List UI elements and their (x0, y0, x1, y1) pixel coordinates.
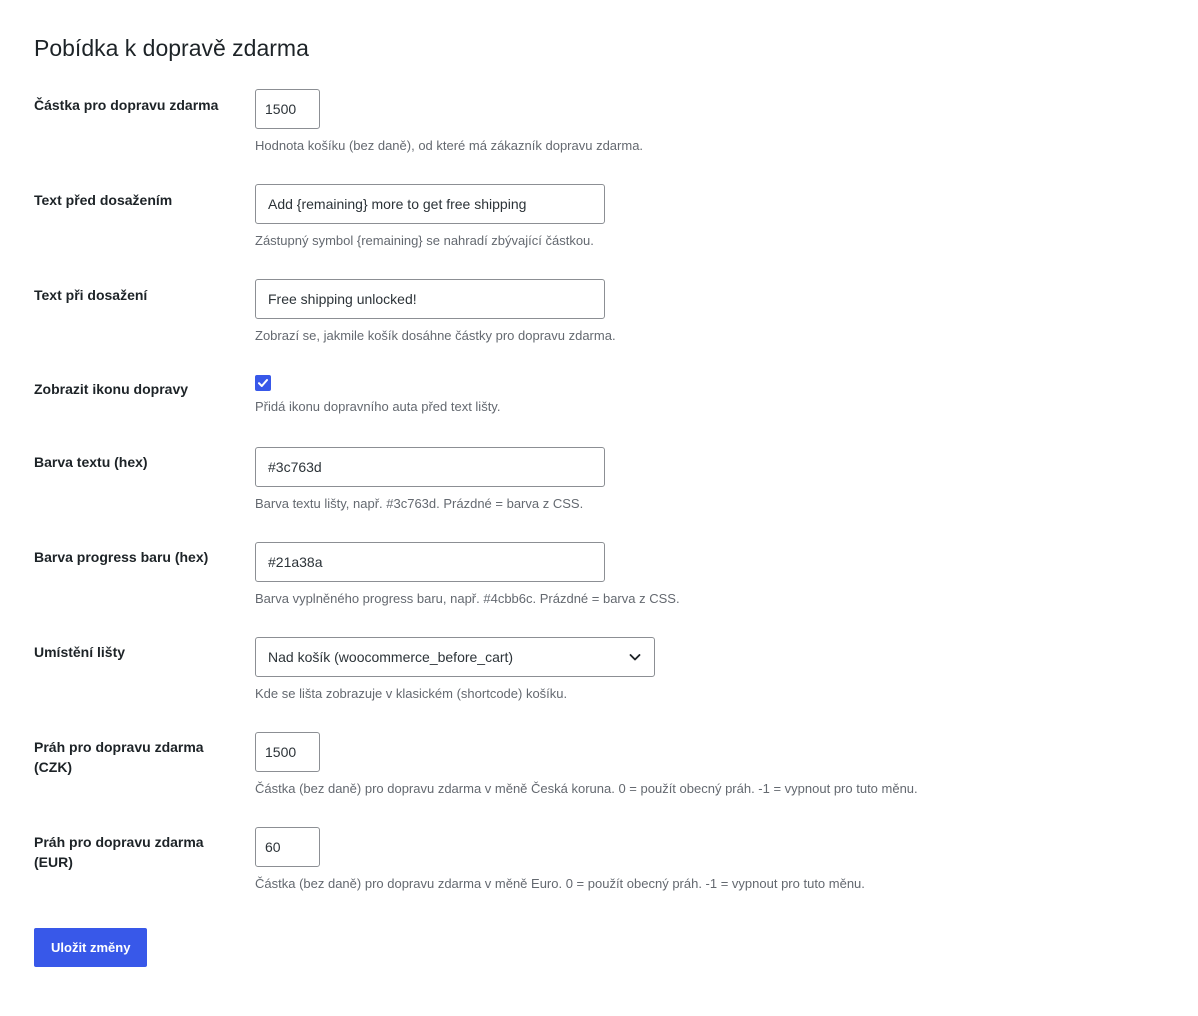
show-icon-field: Přidá ikonu dopravního auta před text li… (255, 375, 500, 416)
threshold-description: Hodnota košíku (bez daně), od které má z… (255, 138, 644, 153)
show-icon-checkbox[interactable] (255, 375, 271, 391)
text-color-label: Barva textu (hex) (34, 454, 148, 470)
placement-label: Umístění lišty (34, 644, 126, 660)
show-icon-label: Zobrazit ikonu dopravy (34, 381, 189, 397)
threshold-eur-input[interactable] (255, 827, 320, 867)
threshold-eur-description: Částka (bez daně) pro dopravu zdarma v m… (255, 876, 865, 891)
text-before-input[interactable] (255, 184, 605, 224)
placement-description: Kde se lišta zobrazuje v klasickém (shor… (255, 686, 568, 701)
checkmark-icon (258, 379, 268, 387)
text-before-field: Zástupný symbol {remaining} se nahradí z… (255, 184, 605, 250)
text-color-input[interactable] (255, 447, 605, 487)
threshold-czk-field: Částka (bez daně) pro dopravu zdarma v m… (255, 732, 918, 798)
save-button[interactable]: Uložit změny (34, 928, 148, 967)
threshold-eur-label: Práh pro dopravu zdarma (EUR) (34, 834, 204, 870)
text-after-input[interactable] (255, 279, 605, 319)
bar-color-description: Barva vyplněného progress baru, např. #4… (255, 591, 680, 606)
threshold-eur-field: Částka (bez daně) pro dopravu zdarma v m… (255, 827, 865, 893)
threshold-czk-label: Práh pro dopravu zdarma (CZK) (34, 739, 204, 775)
threshold-czk-description: Částka (bez daně) pro dopravu zdarma v m… (255, 781, 918, 796)
threshold-czk-input[interactable] (255, 732, 320, 772)
page-title: Pobídka k dopravě zdarma (34, 35, 309, 61)
text-after-description: Zobrazí se, jakmile košík dosáhne částky… (255, 328, 616, 343)
text-before-description: Zástupný symbol {remaining} se nahradí z… (255, 233, 594, 248)
placement-selected-value: Nad košík (woocommerce_before_cart) (268, 649, 514, 665)
threshold-label: Částka pro dopravu zdarma (34, 97, 219, 113)
text-before-label: Text před dosažením (34, 192, 173, 208)
placement-select[interactable]: Nad košík (woocommerce_before_cart) (255, 637, 655, 677)
chevron-down-icon (629, 654, 641, 661)
text-color-description: Barva textu lišty, např. #3c763d. Prázdn… (255, 496, 584, 511)
bar-color-label: Barva progress baru (hex) (34, 549, 209, 565)
show-icon-description: Přidá ikonu dopravního auta před text li… (255, 399, 501, 414)
threshold-field: Hodnota košíku (bez daně), od které má z… (255, 89, 643, 155)
text-after-field: Zobrazí se, jakmile košík dosáhne částky… (255, 279, 616, 345)
placement-field: Nad košík (woocommerce_before_cart) Kde … (255, 637, 655, 703)
bar-color-field: Barva vyplněného progress baru, např. #4… (255, 542, 680, 608)
bar-color-input[interactable] (255, 542, 605, 582)
text-color-field: Barva textu lišty, např. #3c763d. Prázdn… (255, 447, 605, 513)
text-after-label: Text při dosažení (34, 287, 148, 303)
threshold-input[interactable] (255, 89, 320, 129)
